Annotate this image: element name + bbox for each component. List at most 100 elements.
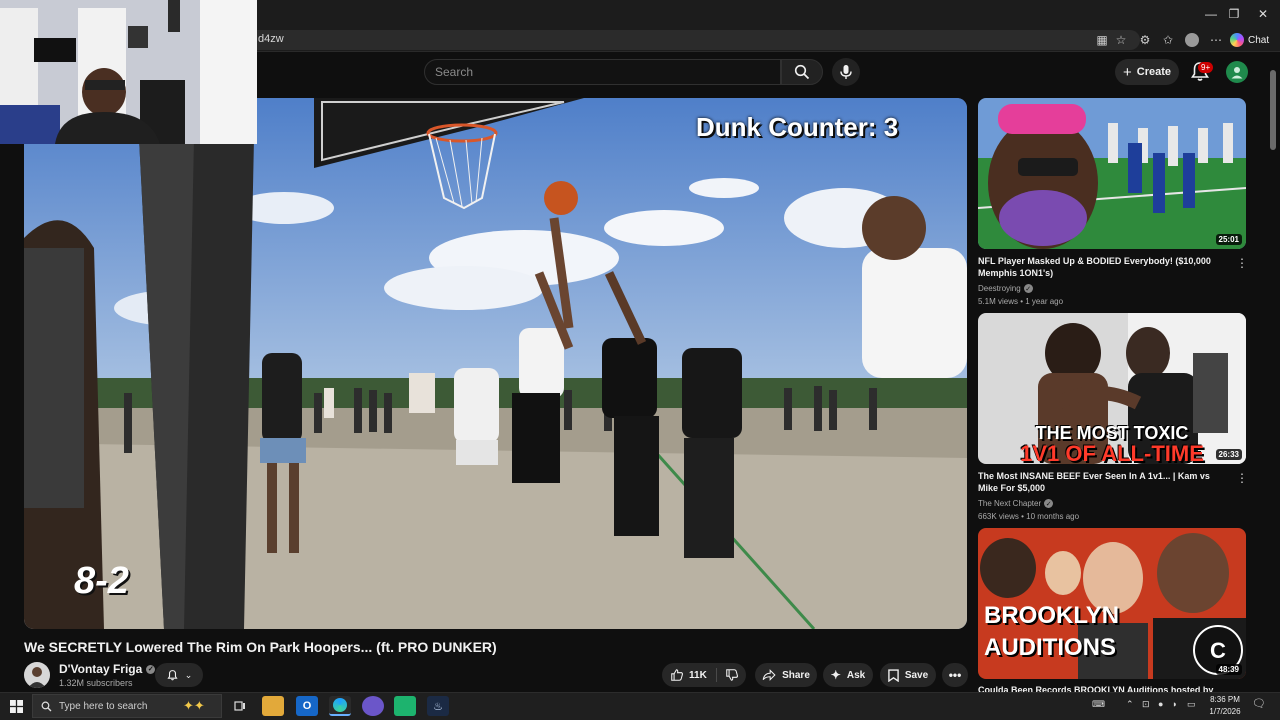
rec-meta-2: 663K views • 10 months ago xyxy=(978,512,1080,521)
rec-thumbnail-2[interactable]: THE MOST TOXIC 1V1 OF ALL-TIME 26:33 xyxy=(978,313,1246,464)
network-icon[interactable]: ⊡ xyxy=(1142,699,1150,710)
taskbar-clock-date[interactable]: 1/7/2026 xyxy=(1205,707,1245,716)
favorites-icon[interactable]: ✩ xyxy=(1159,31,1177,49)
video-player[interactable] xyxy=(24,98,967,629)
webcam-overlay xyxy=(0,0,257,144)
account-avatar[interactable] xyxy=(1226,61,1248,83)
rec-thumb-text-a-3: BROOKLYN xyxy=(984,602,1120,629)
share-icon xyxy=(762,669,776,681)
thumbs-down-icon xyxy=(726,669,738,681)
messenger-app-icon[interactable] xyxy=(362,696,384,716)
rec-meta-1: 5.1M views • 1 year ago xyxy=(978,297,1064,306)
rec-title-1[interactable]: NFL Player Masked Up & BODIED Everybody!… xyxy=(978,255,1226,279)
share-button[interactable]: Share xyxy=(755,663,817,687)
search-placeholder: Search xyxy=(435,65,474,79)
task-view-icon[interactable] xyxy=(229,696,251,716)
verified-badge-icon: ✓ xyxy=(146,664,156,674)
taskbar-search-input[interactable]: Type here to search ✦✦ xyxy=(32,694,222,718)
file-explorer-icon[interactable] xyxy=(262,696,284,716)
rec-title-3[interactable]: Coulda Been Records BROOKLYN Auditions h… xyxy=(978,684,1226,692)
rec-duration-2: 26:33 xyxy=(1215,449,1242,460)
bell-icon xyxy=(167,669,178,680)
copilot-icon xyxy=(1230,33,1244,47)
microphone-icon xyxy=(840,65,852,79)
channel-avatar[interactable] xyxy=(24,662,50,688)
copilot-chat-button[interactable]: Chat xyxy=(1230,30,1276,50)
rec-duration-1: 25:01 xyxy=(1215,234,1242,245)
task-view-glyph xyxy=(234,701,245,711)
tray-overflow-icon[interactable]: ⌃ xyxy=(1126,699,1134,710)
ask-label: Ask xyxy=(846,669,866,681)
channel-name-text: D'Vontay Friga xyxy=(59,662,143,676)
address-bar-url: d4zw xyxy=(258,33,284,45)
user-icon xyxy=(1231,67,1243,79)
rec-menu-icon-1[interactable]: ⋮ xyxy=(1236,256,1248,270)
like-count: 11K xyxy=(689,669,707,681)
battery-icon[interactable]: ▭ xyxy=(1187,699,1196,710)
save-label: Save xyxy=(904,669,929,681)
video-title: We SECRETLY Lowered The Rim On Park Hoop… xyxy=(24,639,497,655)
voice-search-button[interactable] xyxy=(832,58,860,86)
dunk-counter-overlay: Dunk Counter: 3 xyxy=(696,112,899,142)
profile-icon[interactable] xyxy=(1183,31,1201,49)
rec-thumb-text-b-2: 1V1 OF ALL-TIME xyxy=(1020,441,1204,464)
rec-channel-name-1: Deestroying xyxy=(978,284,1021,293)
plus-icon: + xyxy=(1122,63,1132,81)
address-bar[interactable] xyxy=(240,30,1140,50)
tray-mic-icon[interactable]: ● xyxy=(1158,699,1163,709)
search-icon xyxy=(41,701,52,712)
chevron-down-icon: ⌄ xyxy=(184,669,193,680)
save-button[interactable]: Save xyxy=(880,663,936,687)
green-app-icon[interactable] xyxy=(394,696,416,716)
favorite-star-icon[interactable]: ☆ xyxy=(1112,31,1130,49)
steam-icon[interactable]: ♨ xyxy=(427,696,449,716)
subscription-notifications-button[interactable]: ⌄ xyxy=(155,663,203,687)
close-icon[interactable]: ✕ xyxy=(1240,0,1280,28)
outlook-icon[interactable]: O xyxy=(296,696,318,716)
start-button[interactable] xyxy=(4,694,28,718)
keyboard-icon[interactable]: ⌨ xyxy=(1092,699,1105,710)
rec-channel-2[interactable]: The Next Chapter ✓ xyxy=(978,499,1054,508)
share-label: Share xyxy=(782,669,810,681)
svg-text:C: C xyxy=(1210,638,1226,663)
ask-button[interactable]: ✦ Ask xyxy=(823,663,873,687)
like-divider xyxy=(716,668,717,682)
apps-icon[interactable]: ▦ xyxy=(1093,31,1111,49)
dislike-button[interactable] xyxy=(722,666,742,684)
rec-thumbnail-1[interactable]: 25:01 xyxy=(978,98,1246,249)
create-label: Create xyxy=(1136,66,1171,78)
edge-browser-icon[interactable] xyxy=(329,696,351,716)
search-input[interactable]: Search xyxy=(424,59,781,85)
video-frame xyxy=(24,98,967,629)
windows-logo-icon xyxy=(9,699,23,713)
create-button[interactable]: + Create xyxy=(1115,59,1179,85)
like-button[interactable]: 11K xyxy=(670,668,707,682)
sparkle-icon: ✦ xyxy=(830,668,841,682)
volume-icon[interactable]: ◗ xyxy=(1172,699,1177,709)
score-overlay: 8-2 xyxy=(74,560,129,602)
rec-thumbnail-3[interactable]: C BROOKLYN AUDITIONS 48:39 xyxy=(978,528,1246,679)
rec-thumb-text-b-3: AUDITIONS xyxy=(984,634,1116,661)
rec-title-2[interactable]: The Most INSANE BEEF Ever Seen In A 1v1.… xyxy=(978,470,1226,494)
bookmark-icon xyxy=(888,668,899,682)
rec-menu-icon-2[interactable]: ⋮ xyxy=(1236,471,1248,485)
verified-badge-icon: ✓ xyxy=(1044,499,1054,508)
more-actions-button[interactable]: ••• xyxy=(942,663,968,687)
more-horizontal-icon: ••• xyxy=(948,668,962,682)
channel-avatar-image xyxy=(24,662,50,688)
extensions-icon[interactable]: ⚙ xyxy=(1136,31,1154,49)
rec-duration-3: 48:39 xyxy=(1215,664,1242,675)
webcam-feed xyxy=(0,0,257,144)
rec-thumbnail-image-1 xyxy=(978,98,1246,249)
rec-channel-name-2: The Next Chapter xyxy=(978,499,1042,508)
scrollbar-thumb[interactable] xyxy=(1270,70,1276,150)
channel-name[interactable]: D'Vontay Friga ✓ xyxy=(59,662,156,676)
verified-badge-icon: ✓ xyxy=(1023,284,1033,293)
rec-channel-1[interactable]: Deestroying ✓ xyxy=(978,284,1033,293)
thumbs-up-icon xyxy=(671,669,683,681)
more-menu-icon[interactable]: ⋯ xyxy=(1207,31,1225,49)
search-button[interactable] xyxy=(781,59,823,85)
notification-center-icon[interactable]: 🗨 xyxy=(1252,697,1266,710)
search-icon xyxy=(794,64,810,80)
taskbar-clock-time[interactable]: 8:36 PM xyxy=(1205,695,1245,704)
